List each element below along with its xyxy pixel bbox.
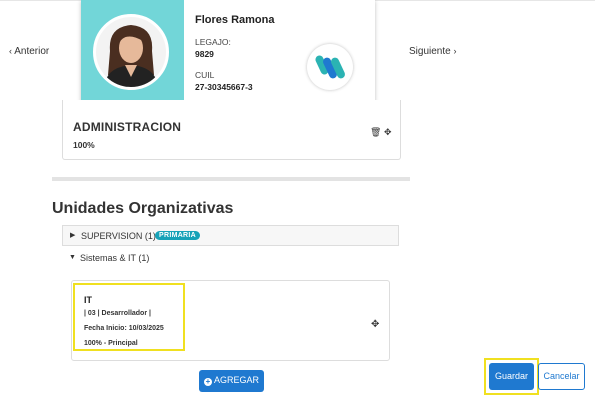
save-button[interactable]: Guardar — [489, 363, 534, 390]
group-header-sistemas[interactable]: ▼ Sistemas & IT (1) — [62, 253, 399, 267]
chevron-left-icon: ‹ — [9, 46, 12, 56]
move-icon[interactable]: ✥ — [384, 127, 392, 137]
unit-start-date: Fecha Inicio: 10/03/2025 — [84, 325, 164, 332]
primary-badge: PRIMARIA — [155, 231, 201, 240]
company-logo — [307, 44, 353, 90]
section-title: Unidades Organizativas — [52, 200, 234, 217]
move-icon[interactable]: ✥ — [371, 319, 379, 330]
trash-icon[interactable]: 🗑 — [370, 127, 381, 137]
employee-card: Flores Ramona LEGAJO: 9829 CUIL 27-30345… — [81, 0, 375, 104]
group-header-supervision[interactable]: ▶ SUPERVISION (1) PRIMARIA — [62, 225, 399, 246]
next-label: Siguiente — [409, 46, 451, 57]
chevron-right-icon: › — [453, 46, 457, 56]
unit-role: | 03 | Desarrollador | — [84, 310, 151, 317]
previous-link[interactable]: ‹ Anterior — [9, 46, 49, 57]
employee-photo — [93, 14, 169, 90]
employee-name: Flores Ramona — [195, 14, 275, 26]
group-label: Sistemas & IT (1) — [80, 253, 150, 263]
group-label: SUPERVISION (1) — [81, 231, 156, 241]
add-button[interactable]: + AGREGAR — [199, 370, 264, 392]
unit-title: IT — [84, 295, 92, 305]
unit-card: IT | 03 | Desarrollador | Fecha Inicio: … — [71, 280, 390, 361]
section-divider — [52, 177, 410, 181]
cuil-value: 27-30345667-3 — [195, 82, 253, 92]
caret-down-icon: ▼ — [69, 254, 76, 261]
cancel-button[interactable]: Cancelar — [538, 363, 585, 390]
admin-area-percent: 100% — [73, 140, 95, 150]
caret-right-icon: ▶ — [70, 232, 76, 239]
legajo-label: LEGAJO: — [195, 37, 231, 47]
unit-highlight: IT | 03 | Desarrollador | Fecha Inicio: … — [73, 283, 185, 351]
add-label: AGREGAR — [213, 375, 259, 385]
admin-area-card: ADMINISTRACION 100% 🗑 ✥ — [62, 100, 401, 160]
legajo-value: 9829 — [195, 49, 214, 59]
photo-panel — [81, 0, 184, 104]
cuil-label: CUIL — [195, 70, 215, 80]
previous-label: Anterior — [14, 46, 50, 57]
plus-circle-icon: + — [203, 377, 212, 386]
unit-allocation: 100% - Principal — [84, 340, 138, 347]
admin-area-title: ADMINISTRACION — [73, 120, 182, 134]
admin-area-actions: 🗑 ✥ — [370, 127, 392, 138]
next-link[interactable]: Siguiente › — [409, 46, 456, 57]
